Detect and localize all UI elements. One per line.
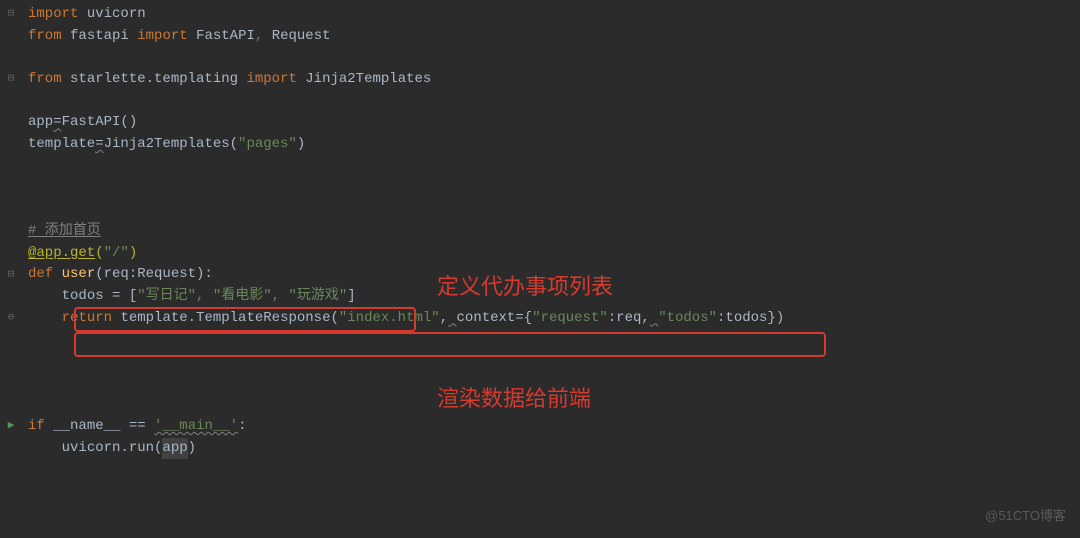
- code-line: from starlette.templating import Jinja2T…: [28, 69, 1080, 91]
- code-line: [28, 199, 1080, 221]
- code-line: [28, 373, 1080, 395]
- code-line: app=FastAPI(): [28, 112, 1080, 134]
- code-line: if __name__ == '__main__':: [28, 416, 1080, 438]
- code-line: uvicorn.run(app): [28, 438, 1080, 460]
- gutter: ⊟ ⊟ ⊟ ⊖ ▶: [0, 0, 22, 538]
- code-line: template=Jinja2Templates("pages"): [28, 134, 1080, 156]
- code-line: [28, 394, 1080, 416]
- code-line: from fastapi import FastAPI, Request: [28, 26, 1080, 48]
- code-line: [28, 351, 1080, 373]
- code-line: return template.TemplateResponse("index.…: [28, 308, 1080, 330]
- code-line: [28, 329, 1080, 351]
- code-line: def user(req:Request):: [28, 264, 1080, 286]
- code-line: [28, 178, 1080, 200]
- code-line: [28, 156, 1080, 178]
- code-line: [28, 91, 1080, 113]
- code-line: todos = ["写日记", "看电影", "玩游戏"]: [28, 286, 1080, 308]
- code-line: import uvicorn: [28, 4, 1080, 26]
- code-line: @app.get("/"): [28, 243, 1080, 265]
- fold-end-icon[interactable]: ⊖: [0, 308, 22, 330]
- code-editor: ⊟ ⊟ ⊟ ⊖ ▶ import uvicorn from fastapi im…: [0, 0, 1080, 538]
- fold-icon[interactable]: ⊟: [0, 4, 22, 26]
- fold-icon[interactable]: ⊟: [0, 69, 22, 91]
- code-area[interactable]: import uvicorn from fastapi import FastA…: [22, 0, 1080, 538]
- fold-icon[interactable]: ⊟: [0, 264, 22, 286]
- code-line: # 添加首页: [28, 221, 1080, 243]
- run-icon[interactable]: ▶: [0, 416, 22, 438]
- code-line: [28, 47, 1080, 69]
